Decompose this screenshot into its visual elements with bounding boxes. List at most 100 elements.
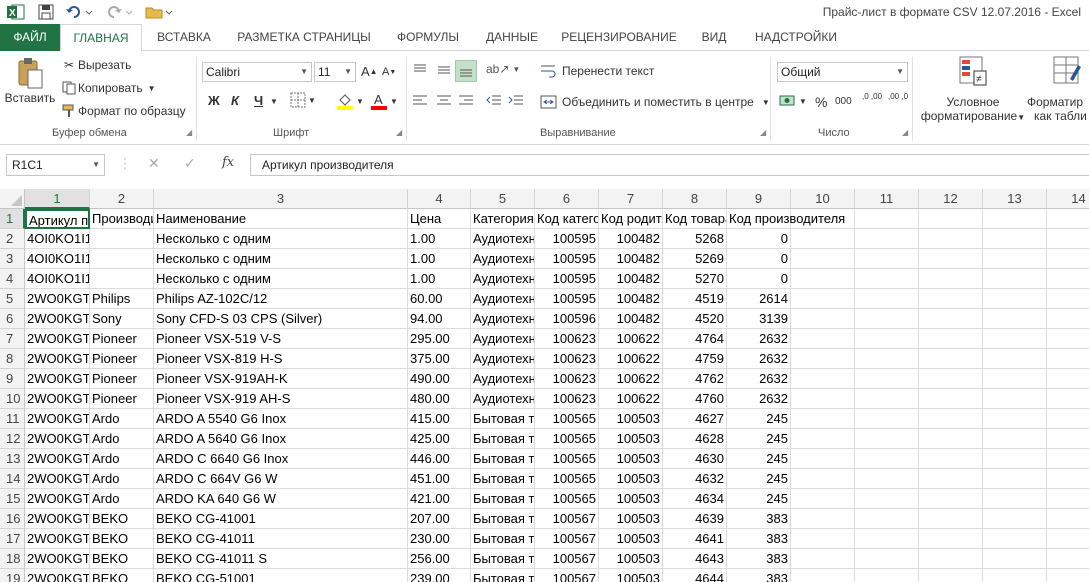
- table-cell[interactable]: [791, 389, 855, 409]
- table-cell[interactable]: [983, 209, 1047, 229]
- column-header[interactable]: 10: [791, 189, 855, 209]
- format-painter-button[interactable]: Формат по образцу: [60, 102, 186, 120]
- row-header[interactable]: 15: [0, 489, 25, 509]
- table-cell[interactable]: [1047, 549, 1089, 569]
- increase-decimal-button[interactable]: ,0 ,00: [862, 92, 884, 101]
- table-cell[interactable]: BEKO: [90, 529, 154, 549]
- table-cell[interactable]: 4644: [663, 569, 727, 582]
- table-cell[interactable]: 100503: [599, 509, 663, 529]
- table-cell[interactable]: 100503: [599, 569, 663, 582]
- table-cell[interactable]: [1047, 229, 1089, 249]
- table-cell[interactable]: 0: [727, 269, 791, 289]
- table-cell[interactable]: Pioneer: [90, 389, 154, 409]
- table-cell[interactable]: 100565: [535, 409, 599, 429]
- column-header[interactable]: 5: [471, 189, 535, 209]
- table-cell[interactable]: [855, 569, 919, 582]
- table-cell[interactable]: 5268: [663, 229, 727, 249]
- table-cell[interactable]: Philips: [90, 289, 154, 309]
- increase-font-button[interactable]: A ▲: [361, 64, 378, 79]
- row-header[interactable]: 1: [0, 209, 25, 229]
- table-cell[interactable]: 295.00: [408, 329, 471, 349]
- save-icon[interactable]: [36, 3, 56, 21]
- table-cell[interactable]: [983, 269, 1047, 289]
- table-cell[interactable]: [1047, 429, 1089, 449]
- table-cell[interactable]: [919, 309, 983, 329]
- table-cell[interactable]: Наименование: [154, 209, 408, 229]
- table-cell[interactable]: Ardo: [90, 469, 154, 489]
- table-cell[interactable]: 60.00: [408, 289, 471, 309]
- table-cell[interactable]: 480.00: [408, 389, 471, 409]
- table-cell[interactable]: 2WO0KGTD: [25, 549, 90, 569]
- italic-button[interactable]: К: [231, 93, 239, 108]
- table-cell[interactable]: 100565: [535, 449, 599, 469]
- row-header[interactable]: 19: [0, 569, 25, 582]
- confirm-icon[interactable]: ✓: [184, 155, 196, 172]
- fill-color-button[interactable]: ▼: [336, 92, 364, 110]
- table-cell[interactable]: Код родите: [599, 209, 663, 229]
- table-cell[interactable]: [919, 369, 983, 389]
- table-cell[interactable]: 4OI0KO1I1: [25, 269, 90, 289]
- table-cell[interactable]: 2WO0KGTD: [25, 429, 90, 449]
- number-format-select[interactable]: Общий ▼: [777, 62, 908, 82]
- table-cell[interactable]: [919, 569, 983, 582]
- table-cell[interactable]: 100565: [535, 469, 599, 489]
- table-cell[interactable]: [791, 269, 855, 289]
- table-cell[interactable]: [919, 349, 983, 369]
- tab-view[interactable]: ВИД: [688, 24, 740, 51]
- table-cell[interactable]: Бытовая т: [471, 429, 535, 449]
- table-cell[interactable]: [855, 469, 919, 489]
- table-cell[interactable]: 5270: [663, 269, 727, 289]
- table-cell[interactable]: 4634: [663, 489, 727, 509]
- cut-button[interactable]: ✂ Вырезать: [60, 56, 131, 74]
- table-cell[interactable]: 0: [727, 249, 791, 269]
- table-cell[interactable]: 100623: [535, 389, 599, 409]
- table-cell[interactable]: 4632: [663, 469, 727, 489]
- table-cell[interactable]: Pioneer: [90, 349, 154, 369]
- tab-review[interactable]: РЕЦЕНЗИРОВАНИЕ: [550, 24, 688, 51]
- table-cell[interactable]: [855, 249, 919, 269]
- table-cell[interactable]: 2WO0KGTD: [25, 449, 90, 469]
- table-cell[interactable]: ARDO C 6640 G6 Inox: [154, 449, 408, 469]
- table-cell[interactable]: 4519: [663, 289, 727, 309]
- table-cell[interactable]: Бытовая т: [471, 569, 535, 582]
- decrease-indent-button[interactable]: [486, 94, 502, 108]
- table-cell[interactable]: 100503: [599, 529, 663, 549]
- table-cell[interactable]: [855, 289, 919, 309]
- table-cell[interactable]: BEKO: [90, 549, 154, 569]
- table-cell[interactable]: 100482: [599, 309, 663, 329]
- table-cell[interactable]: Бытовая т: [471, 489, 535, 509]
- table-cell[interactable]: [791, 369, 855, 389]
- undo-icon[interactable]: [64, 3, 94, 21]
- table-cell[interactable]: 100482: [599, 289, 663, 309]
- table-cell[interactable]: Аудиотехн: [471, 229, 535, 249]
- table-cell[interactable]: [1047, 369, 1089, 389]
- table-cell[interactable]: [919, 389, 983, 409]
- table-cell[interactable]: [791, 249, 855, 269]
- table-cell[interactable]: 2WO0KGTD: [25, 309, 90, 329]
- table-cell[interactable]: 0: [727, 229, 791, 249]
- table-cell[interactable]: [1047, 249, 1089, 269]
- table-cell[interactable]: Аудиотехн: [471, 289, 535, 309]
- row-header[interactable]: 14: [0, 469, 25, 489]
- table-cell[interactable]: [855, 389, 919, 409]
- table-cell[interactable]: 4762: [663, 369, 727, 389]
- table-cell[interactable]: [1047, 449, 1089, 469]
- table-cell[interactable]: [983, 429, 1047, 449]
- column-header[interactable]: 11: [855, 189, 919, 209]
- table-cell[interactable]: [919, 409, 983, 429]
- table-cell[interactable]: 2WO0KGTD: [25, 349, 90, 369]
- table-cell[interactable]: Код производителя: [727, 209, 845, 229]
- table-cell[interactable]: 425.00: [408, 429, 471, 449]
- table-cell[interactable]: [983, 549, 1047, 569]
- table-cell[interactable]: 3139: [727, 309, 791, 329]
- table-cell[interactable]: Артикул пр: [25, 209, 90, 229]
- row-header[interactable]: 11: [0, 409, 25, 429]
- formula-input[interactable]: Артикул производителя: [250, 154, 1089, 176]
- table-cell[interactable]: [855, 409, 919, 429]
- table-cell[interactable]: BEKO CG-41011: [154, 529, 408, 549]
- column-header[interactable]: 7: [599, 189, 663, 209]
- align-bottom-button[interactable]: [455, 60, 477, 82]
- row-header[interactable]: 17: [0, 529, 25, 549]
- column-header[interactable]: 6: [535, 189, 599, 209]
- table-cell[interactable]: [983, 389, 1047, 409]
